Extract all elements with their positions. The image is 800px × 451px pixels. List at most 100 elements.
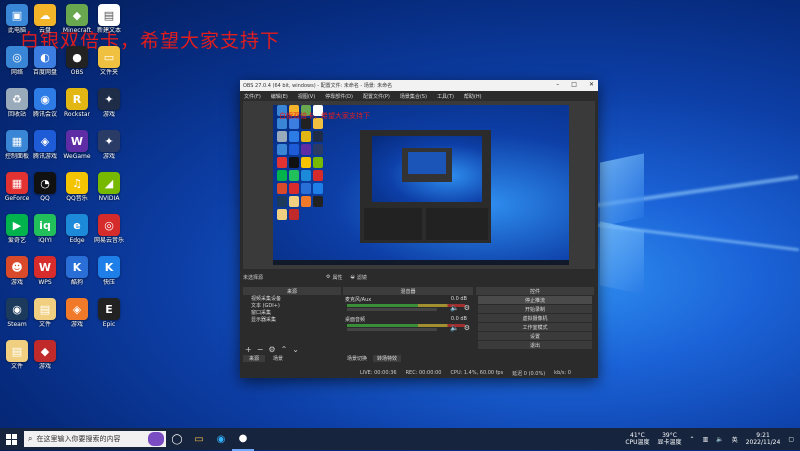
- chevron-up-icon[interactable]: ⌃: [690, 436, 695, 443]
- menu-item[interactable]: 工具(T): [437, 93, 454, 100]
- minimize-icon[interactable]: –: [556, 81, 559, 88]
- desktop-icon-label: 游戏: [102, 153, 115, 160]
- up-icon[interactable]: ⌃: [281, 345, 288, 354]
- menu-item[interactable]: 文件(F): [244, 93, 261, 100]
- speaker-icon[interactable]: 🔈: [450, 324, 459, 332]
- desktop-icon[interactable]: K 快压: [89, 256, 129, 286]
- nested-obs-preview: [360, 130, 491, 243]
- file-explorer-icon[interactable]: ▭: [188, 428, 210, 450]
- mini-icon: [289, 131, 299, 142]
- obs-window[interactable]: OBS 27.0.4 (64 bit, windows) - 配置文件: 未命名…: [240, 80, 598, 378]
- menu-item[interactable]: 停靠部件(D): [325, 93, 353, 100]
- gear-icon[interactable]: ⚙: [464, 324, 470, 332]
- close-icon[interactable]: ✕: [589, 81, 594, 88]
- volume-slider[interactable]: [347, 308, 437, 311]
- control-button[interactable]: 虚拟摄像机: [478, 314, 592, 322]
- source-item[interactable]: 窗口采集: [243, 309, 341, 316]
- search-box[interactable]: ⌕ 在这里输入你要搜索的内容: [24, 431, 166, 447]
- properties-button[interactable]: ⚙ 属性: [326, 274, 343, 281]
- gear-icon[interactable]: ⚙: [268, 345, 275, 354]
- mini-icon: [301, 157, 311, 168]
- volume-icon[interactable]: 🔈: [716, 436, 723, 443]
- task-view-icon[interactable]: ◯: [166, 428, 188, 450]
- menu-item[interactable]: 帮助(H): [464, 93, 482, 100]
- gpu-temp: 39°C 显卡温度: [657, 432, 682, 446]
- source-item[interactable]: 显示器采集: [243, 316, 341, 323]
- start-button[interactable]: [0, 428, 22, 450]
- mini-icon: [277, 183, 287, 194]
- clock[interactable]: 9:21 2022/11/24: [746, 432, 781, 446]
- desktop-icon[interactable]: ▭ 文件夹: [89, 46, 129, 76]
- mini-desktop-icons: [277, 105, 323, 255]
- menu-item[interactable]: 配置文件(P): [363, 93, 390, 100]
- status-dropped: 延迟 0 (0.0%): [512, 370, 546, 377]
- control-button[interactable]: 退出: [478, 341, 592, 349]
- nested-screen: [372, 136, 482, 202]
- windows-icon: [5, 433, 17, 445]
- down-icon[interactable]: ⌄: [292, 345, 299, 354]
- desktop-icon[interactable]: ✦ 游戏: [89, 130, 129, 160]
- cpu-temp: 41°C CPU温度: [625, 432, 650, 446]
- mini-icon: [313, 170, 323, 181]
- menu-item[interactable]: 编辑(E): [271, 93, 288, 100]
- tab-sources[interactable]: 来源: [243, 355, 266, 362]
- notification-icon[interactable]: ▢: [788, 436, 794, 443]
- tab-transition-effects[interactable]: 转场特效: [373, 355, 402, 362]
- mini-icon: [313, 157, 323, 168]
- obs-title-bar[interactable]: OBS 27.0.4 (64 bit, windows) - 配置文件: 未命名…: [240, 80, 598, 91]
- mini-icon: [289, 209, 299, 220]
- mixer-dock: 混音器 麦克风/Aux 0.0 dB 🔈 ⚙ 桌面音频 0.0 dB 🔈 ⚙ 场…: [343, 287, 473, 362]
- menu-item[interactable]: 视图(V): [298, 93, 315, 100]
- obs-taskbar-icon[interactable]: ●: [232, 427, 254, 451]
- volume-slider[interactable]: [347, 328, 437, 331]
- control-button[interactable]: 停止推流: [478, 296, 592, 304]
- mini-icon: [301, 183, 311, 194]
- desktop-icon[interactable]: ✦ 游戏: [89, 88, 129, 118]
- desktop-icon[interactable]: ▤ 新建文本: [89, 4, 129, 34]
- mini-icon: [289, 144, 299, 155]
- app-icon: ◐: [34, 46, 56, 68]
- desktop-icon[interactable]: ◎ 网易云音乐: [89, 214, 129, 244]
- mini-icon: [313, 131, 323, 142]
- source-item[interactable]: 文本 (GDI+): [243, 302, 341, 309]
- app-icon: ◢: [98, 172, 120, 194]
- search-icon: ⌕: [28, 434, 33, 443]
- speaker-icon[interactable]: 🔈: [450, 304, 459, 312]
- sources-toolbar: + − ⚙ ⌃ ⌄: [243, 345, 341, 354]
- control-button[interactable]: 开始录制: [478, 305, 592, 313]
- mixer-header: 混音器: [343, 287, 473, 295]
- desktop-icon-label: 游戏: [102, 111, 115, 118]
- mini-icon: [313, 144, 323, 155]
- mini-icon: [289, 196, 299, 207]
- maximize-icon[interactable]: □: [571, 81, 577, 88]
- network-icon[interactable]: ▥: [703, 436, 709, 443]
- filters-button[interactable]: ◒ 滤镜: [351, 274, 367, 281]
- edge-icon[interactable]: ◉: [210, 428, 232, 450]
- desktop-icon[interactable]: E Epic: [89, 298, 129, 328]
- add-icon[interactable]: +: [245, 345, 252, 354]
- sources-list[interactable]: 视频采集设备 文本 (GDI+) 窗口采集 显示器采集: [243, 295, 341, 323]
- tab-scenes[interactable]: 场景: [267, 355, 290, 362]
- obs-menu-bar: 文件(F) 编辑(E) 视图(V) 停靠部件(D) 配置文件(P) 场景集合(S) 工具(T…: [240, 91, 598, 101]
- gear-icon[interactable]: ⚙: [464, 304, 470, 312]
- desktop-icon-label: Epic: [102, 321, 116, 328]
- mini-icon: [301, 170, 311, 181]
- app-icon: ♫: [66, 172, 88, 194]
- control-button[interactable]: 设置: [478, 332, 592, 340]
- control-button[interactable]: 工作室模式: [478, 323, 592, 331]
- tab-transition[interactable]: 场景切换: [343, 355, 372, 362]
- desktop-icon-label: 文件夹: [99, 69, 118, 76]
- menu-item[interactable]: 场景集合(S): [400, 93, 427, 100]
- desktop-icon[interactable]: ◆ 游戏: [25, 340, 65, 370]
- app-icon: ◈: [34, 130, 56, 152]
- desktop-icon[interactable]: ◢ NVIDIA: [89, 172, 129, 202]
- gear-icon: ⚙: [326, 274, 331, 280]
- remove-icon[interactable]: −: [257, 345, 264, 354]
- language-indicator[interactable]: 英: [732, 435, 738, 444]
- obs-preview[interactable]: 白银双倍卡，希望大家支持下: [243, 101, 595, 269]
- desktop-icon-label: 网易云音乐: [93, 237, 124, 244]
- wallpaper-window-pane: [600, 221, 644, 295]
- app-icon: iq: [34, 214, 56, 236]
- mini-icon: [277, 144, 287, 155]
- source-item[interactable]: 视频采集设备: [243, 295, 341, 302]
